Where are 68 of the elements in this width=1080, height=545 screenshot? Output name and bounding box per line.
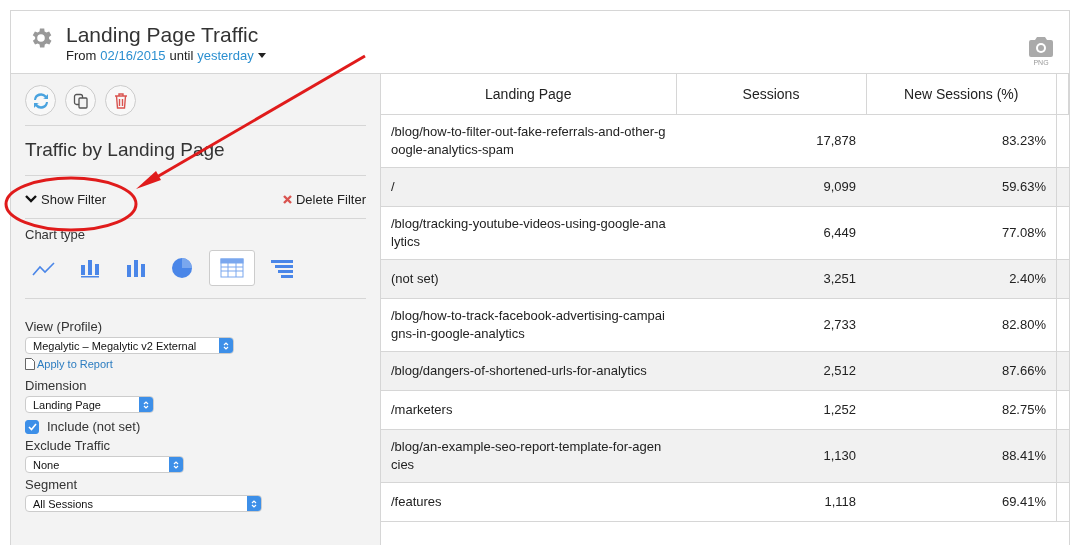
table-cell: 2.40% <box>866 259 1057 299</box>
table-cell: 2,733 <box>676 298 866 352</box>
end-date-link[interactable]: yesterday <box>197 47 254 63</box>
trash-icon <box>113 92 128 109</box>
table-cell: /marketers <box>381 390 676 430</box>
field-label: Segment <box>25 477 79 492</box>
table-cell: 82.80% <box>866 298 1057 352</box>
table-cell: 59.63% <box>866 167 1057 207</box>
updown-arrows-icon <box>223 340 229 351</box>
camera-icon[interactable] <box>1029 36 1053 57</box>
checkbox[interactable] <box>25 419 39 434</box>
table-cell: / <box>381 167 676 207</box>
chevron-down-icon <box>25 195 37 204</box>
column-header[interactable]: Landing Page <box>381 74 676 115</box>
column-header[interactable]: Sessions <box>676 74 866 115</box>
table-cell: 82.75% <box>866 390 1057 430</box>
duplicate-button[interactable] <box>65 85 96 116</box>
table-cell: (not set) <box>381 259 676 299</box>
field-label: Exclude Traffic <box>25 438 112 453</box>
from-label: From <box>66 47 97 63</box>
pie-chart-icon <box>169 257 195 279</box>
dropdown[interactable]: None <box>25 456 184 473</box>
checkbox-label: Include (not set) <box>47 419 141 434</box>
updown-arrows-icon <box>251 498 257 509</box>
table-cell: /blog/how-to-track-facebook-advertising-campaigns-in-google-analytics <box>381 298 676 352</box>
table-cell: 83.23% <box>866 114 1057 168</box>
copy-icon <box>72 92 89 109</box>
report-title: Landing Page Traffic <box>66 21 260 48</box>
refresh-icon <box>32 92 49 109</box>
field-label: Dimension <box>25 378 88 393</box>
table-cell: 2,512 <box>676 351 866 391</box>
field-label: View (Profile) <box>25 319 104 334</box>
table-cell: 3,251 <box>676 259 866 299</box>
table-chart-button[interactable] <box>209 250 255 286</box>
refresh-button[interactable] <box>25 85 56 116</box>
delete-button[interactable] <box>105 85 136 116</box>
updown-arrows-icon <box>173 459 179 470</box>
until-label: until <box>169 47 194 63</box>
table-cell: 87.66% <box>866 351 1057 391</box>
funnel-chart-icon <box>269 257 295 279</box>
dropdown[interactable]: Landing Page <box>25 396 154 413</box>
table-cell: /blog/tracking-youtube-videos-using-google-analytics <box>381 206 676 260</box>
table-cell: /blog/an-example-seo-report-template-for-agencies <box>381 429 676 483</box>
table-cell: 6,449 <box>676 206 866 260</box>
updown-arrows-icon <box>143 399 149 410</box>
document-icon <box>25 358 35 370</box>
table-cell: 17,878 <box>676 114 866 168</box>
table-cell: 1,118 <box>676 482 866 522</box>
chart-type-label: Chart type <box>25 227 86 242</box>
table-cell: 9,099 <box>676 167 866 207</box>
column-header[interactable]: New Sessions (%) <box>866 74 1057 115</box>
start-date-link[interactable]: 02/16/2015 <box>100 47 166 63</box>
table-cell: 1,252 <box>676 390 866 430</box>
delete-filter-link[interactable]: Delete Filter <box>282 192 366 207</box>
table-cell: /blog/how-to-filter-out-fake-referrals-and-other-google-analytics-spam <box>381 114 676 168</box>
table-chart-icon <box>219 257 245 279</box>
table-cell: 69.41% <box>866 482 1057 522</box>
close-icon <box>282 195 292 204</box>
table-cell: /blog/dangers-of-shortened-urls-for-analytics <box>381 351 676 391</box>
apply-to-report-link[interactable]: Apply to Report <box>25 358 366 370</box>
table-cell: 88.41% <box>866 429 1057 483</box>
caret-icon[interactable] <box>257 52 266 58</box>
table-cell: 1,130 <box>676 429 866 483</box>
table-cell: 77.08% <box>866 206 1057 260</box>
table-cell: /features <box>381 482 676 522</box>
dropdown[interactable]: Megalytic – Megalytic v2 External <box>25 337 234 354</box>
show-filter-link[interactable]: Show Filter <box>25 192 107 207</box>
dropdown[interactable]: All Sessions <box>25 495 262 512</box>
